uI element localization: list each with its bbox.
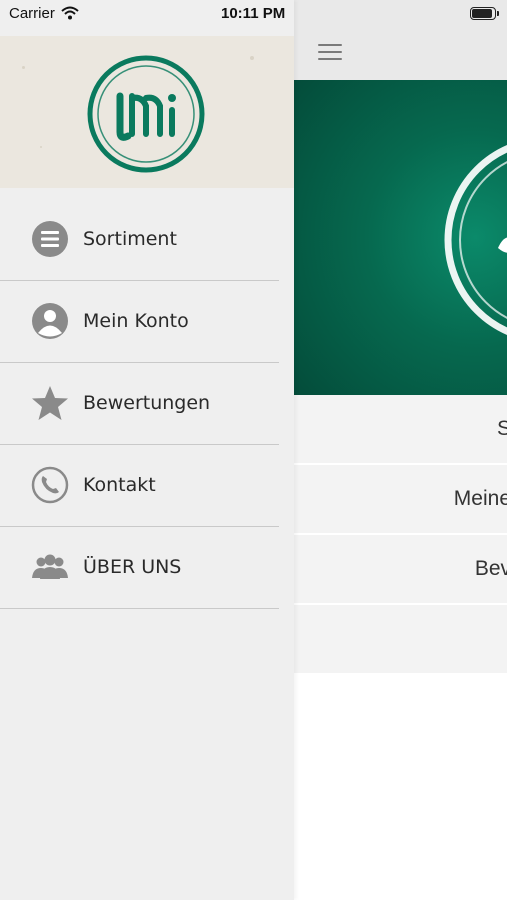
brand-logo-icon bbox=[87, 55, 205, 173]
users-group-icon bbox=[32, 554, 68, 579]
main-row-label: Bev bbox=[474, 557, 507, 580]
menu-item-label: Mein Konto bbox=[83, 310, 189, 332]
status-time: 10:11 PM bbox=[221, 5, 286, 22]
brand-ring-icon bbox=[444, 144, 507, 336]
drawer-header bbox=[0, 36, 294, 188]
battery-icon bbox=[470, 7, 500, 21]
user-circle-icon bbox=[32, 303, 68, 339]
menu-item-label: Bewertungen bbox=[83, 392, 211, 414]
carrier-label: Carrier bbox=[9, 5, 55, 22]
hero-banner bbox=[294, 80, 507, 395]
main-row-empty[interactable] bbox=[294, 605, 507, 675]
drawer-menu: Sortiment Mein Konto Bewertungen Kontakt bbox=[0, 199, 279, 609]
status-bar: Carrier 10:11 PM bbox=[0, 0, 507, 30]
list-circle-icon bbox=[32, 221, 68, 257]
main-row-label: Meine bbox=[453, 487, 507, 510]
menu-item-kontakt[interactable]: Kontakt bbox=[0, 445, 279, 527]
menu-item-bewertungen[interactable]: Bewertungen bbox=[0, 363, 279, 445]
main-row-sortiment[interactable]: S bbox=[294, 395, 507, 465]
main-row-konto[interactable]: Meine bbox=[294, 465, 507, 535]
menu-item-label: ÜBER UNS bbox=[83, 556, 182, 578]
menu-item-label: Kontakt bbox=[83, 474, 156, 496]
star-icon bbox=[32, 386, 68, 420]
menu-item-sortiment[interactable]: Sortiment bbox=[0, 199, 279, 281]
wifi-icon bbox=[61, 6, 79, 20]
main-menu-list: S Meine Bev bbox=[294, 395, 507, 675]
menu-item-label: Sortiment bbox=[83, 228, 177, 250]
main-row-bewertungen[interactable]: Bev bbox=[294, 535, 507, 605]
main-row-label: S bbox=[496, 417, 507, 440]
menu-item-mein-konto[interactable]: Mein Konto bbox=[0, 281, 279, 363]
menu-item-ueber-uns[interactable]: ÜBER UNS bbox=[0, 527, 279, 609]
side-drawer: Sortiment Mein Konto Bewertungen Kontakt bbox=[0, 0, 294, 900]
hamburger-menu-icon[interactable] bbox=[318, 44, 344, 62]
phone-icon bbox=[31, 466, 69, 504]
